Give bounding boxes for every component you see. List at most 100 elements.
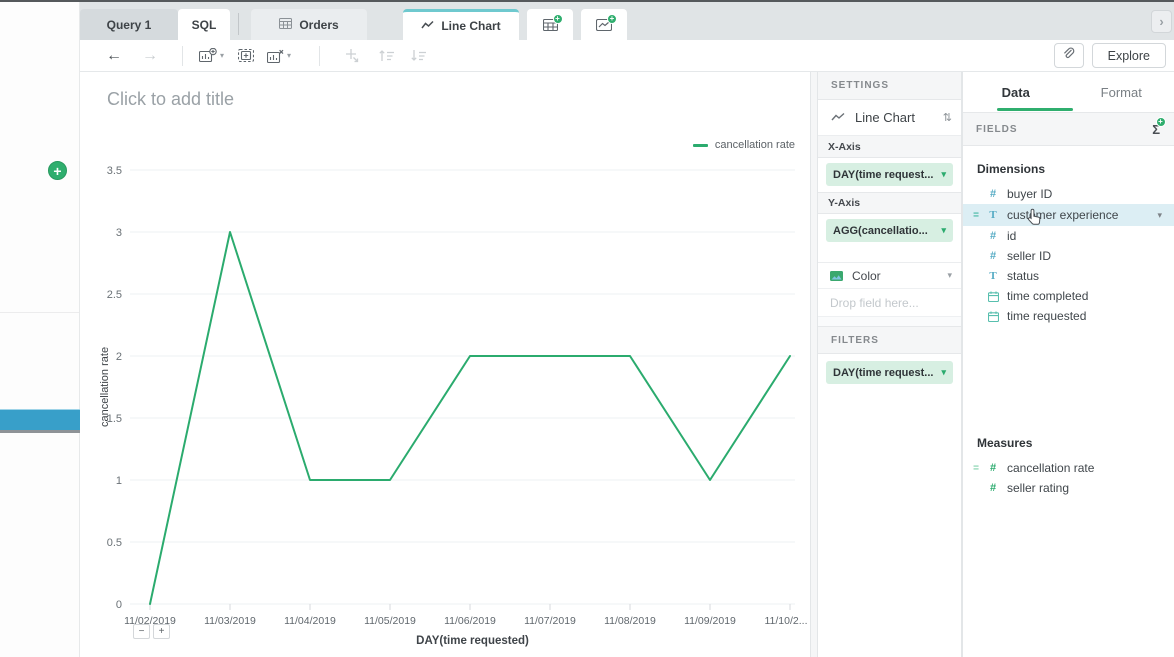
plus-badge-icon: + <box>607 14 617 24</box>
x-axis-section-label: X-Axis <box>818 136 961 158</box>
sidebar-divider <box>0 312 79 313</box>
x-tick-label: 11/06/2019 <box>444 615 496 627</box>
x-axis-zoom-controls: − + <box>133 624 170 639</box>
sort-ascending-button[interactable] <box>378 49 395 62</box>
field-item-seller-rating[interactable]: # seller rating <box>963 478 1174 498</box>
x-tick-label: 11/09/2019 <box>684 615 736 627</box>
move-tool-button[interactable] <box>344 48 360 63</box>
caret-down-icon[interactable]: ▾ <box>941 169 946 180</box>
caret-down-icon[interactable]: ▾ <box>1157 210 1162 221</box>
app-window: + Query 1 SQL Orders Line Chart + <box>0 0 1174 657</box>
color-drop-zone[interactable]: Drop field here... <box>818 288 961 316</box>
field-item-status[interactable]: T status <box>963 266 1174 286</box>
line-chart[interactable]: 00.511.522.533.511/02/201911/03/201911/0… <box>80 72 810 657</box>
add-table-icon: + <box>543 19 558 31</box>
caret-down-icon: ▾ <box>947 270 952 281</box>
expand-chart-button[interactable] <box>238 49 254 62</box>
chart-remove-icon <box>267 49 284 63</box>
x-zoom-out-button[interactable]: − <box>133 624 150 639</box>
settings-header: SETTINGS <box>818 72 961 100</box>
share-link-button[interactable] <box>1054 43 1084 68</box>
field-item-cancellation-rate[interactable]: = # cancellation rate <box>963 458 1174 478</box>
updown-caret-icon: ⇅ <box>943 111 952 124</box>
line-chart-icon <box>831 110 845 125</box>
drag-equals-icon: = <box>971 210 981 221</box>
window-top-strip <box>0 0 1174 2</box>
caret-down-icon[interactable]: ▾ <box>941 367 946 378</box>
settings-spacer <box>818 248 961 262</box>
x-tick-label: 11/05/2019 <box>364 615 416 627</box>
add-chart-button[interactable]: ▾ <box>199 48 224 63</box>
number-field-icon: # <box>987 462 999 474</box>
tab-data[interactable]: Data <box>963 85 1069 100</box>
toolbar-divider <box>182 46 183 66</box>
text-field-icon: T <box>987 209 999 221</box>
sort-descending-button[interactable] <box>410 49 427 62</box>
color-section[interactable]: Color ▾ <box>818 262 961 288</box>
calendar-icon <box>987 311 999 322</box>
collapse-panel-button[interactable]: › <box>1151 10 1172 33</box>
tab-line-chart[interactable]: Line Chart <box>403 9 519 40</box>
sort-asc-icon <box>378 49 395 62</box>
tab-format[interactable]: Format <box>1069 85 1174 100</box>
x-axis-drop-zone: DAY(time request... ▾ <box>818 158 961 192</box>
field-item-buyer-id[interactable]: # buyer ID <box>963 184 1174 204</box>
back-button[interactable]: ← <box>106 48 122 64</box>
caret-down-icon: ▾ <box>220 51 224 60</box>
table-icon <box>279 18 292 32</box>
chart-type-select[interactable]: Line Chart ⇅ <box>818 100 961 136</box>
measures-group-label: Measures <box>963 432 1174 458</box>
drag-equals-icon: = <box>971 463 981 474</box>
y-tick-label: 0 <box>116 599 122 611</box>
y-axis-pill[interactable]: AGG(cancellatio... ▾ <box>826 219 953 242</box>
add-calculated-field-button[interactable]: Σ + <box>1152 122 1161 137</box>
tab-sql[interactable]: SQL <box>178 9 230 40</box>
field-item-customer-experience[interactable]: = T customer experience ▾ <box>963 204 1174 226</box>
measures-block: Measures = # cancellation rate # seller … <box>963 432 1174 498</box>
tab-label: Query 1 <box>107 18 152 32</box>
tab-divider <box>238 13 239 35</box>
tab-bar: Query 1 SQL Orders Line Chart + <box>80 2 1174 40</box>
filters-header: FILTERS <box>818 326 961 354</box>
field-item-time-requested[interactable]: time requested <box>963 306 1174 326</box>
add-table-tab[interactable]: + <box>527 9 573 40</box>
tab-label: Orders <box>299 18 338 32</box>
x-tick-label: 11/07/2019 <box>524 615 576 627</box>
tab-query-1[interactable]: Query 1 <box>80 9 178 40</box>
chart-add-icon <box>199 48 217 63</box>
add-chart-icon: + <box>596 19 612 31</box>
add-item-fab[interactable]: + <box>48 161 67 180</box>
add-chart-tab[interactable]: + <box>581 9 627 40</box>
y-tick-label: 3.5 <box>107 165 122 177</box>
x-axis-title: DAY(time requested) <box>416 635 529 647</box>
caret-down-icon[interactable]: ▾ <box>941 225 946 236</box>
dimensions-group-label: Dimensions <box>963 146 1174 184</box>
x-axis-pill-label: DAY(time request... <box>833 169 933 181</box>
number-field-icon: # <box>987 250 999 262</box>
filters-drop-zone: DAY(time request... ▾ <box>818 354 961 390</box>
number-field-icon: # <box>987 188 999 200</box>
back-arrow-icon: ← <box>106 47 122 64</box>
field-item-id[interactable]: # id <box>963 226 1174 246</box>
tab-orders[interactable]: Orders <box>251 9 367 40</box>
panel-resize-handle[interactable] <box>810 72 818 657</box>
explore-button[interactable]: Explore <box>1092 43 1166 68</box>
field-item-seller-id[interactable]: # seller ID <box>963 246 1174 266</box>
forward-button[interactable]: → <box>142 48 158 64</box>
sidebar-selected-item[interactable] <box>0 409 80 433</box>
sort-desc-icon <box>410 49 427 62</box>
tab-label: Line Chart <box>441 19 500 33</box>
y-tick-label: 1 <box>116 475 122 487</box>
field-item-time-completed[interactable]: time completed <box>963 286 1174 306</box>
y-axis-section-label: Y-Axis <box>818 192 961 214</box>
plus-badge-icon: + <box>553 14 563 24</box>
filter-pill[interactable]: DAY(time request... ▾ <box>826 361 953 384</box>
expand-box-icon <box>238 49 254 62</box>
caret-down-icon: ▾ <box>287 51 291 60</box>
x-tick-label: 11/03/2019 <box>204 615 256 627</box>
color-section-label: Color <box>852 269 881 283</box>
x-axis-pill[interactable]: DAY(time request... ▾ <box>826 163 953 186</box>
x-zoom-in-button[interactable]: + <box>153 624 170 639</box>
remove-chart-button[interactable]: ▾ <box>267 49 291 63</box>
plus-icon: + <box>53 164 61 178</box>
